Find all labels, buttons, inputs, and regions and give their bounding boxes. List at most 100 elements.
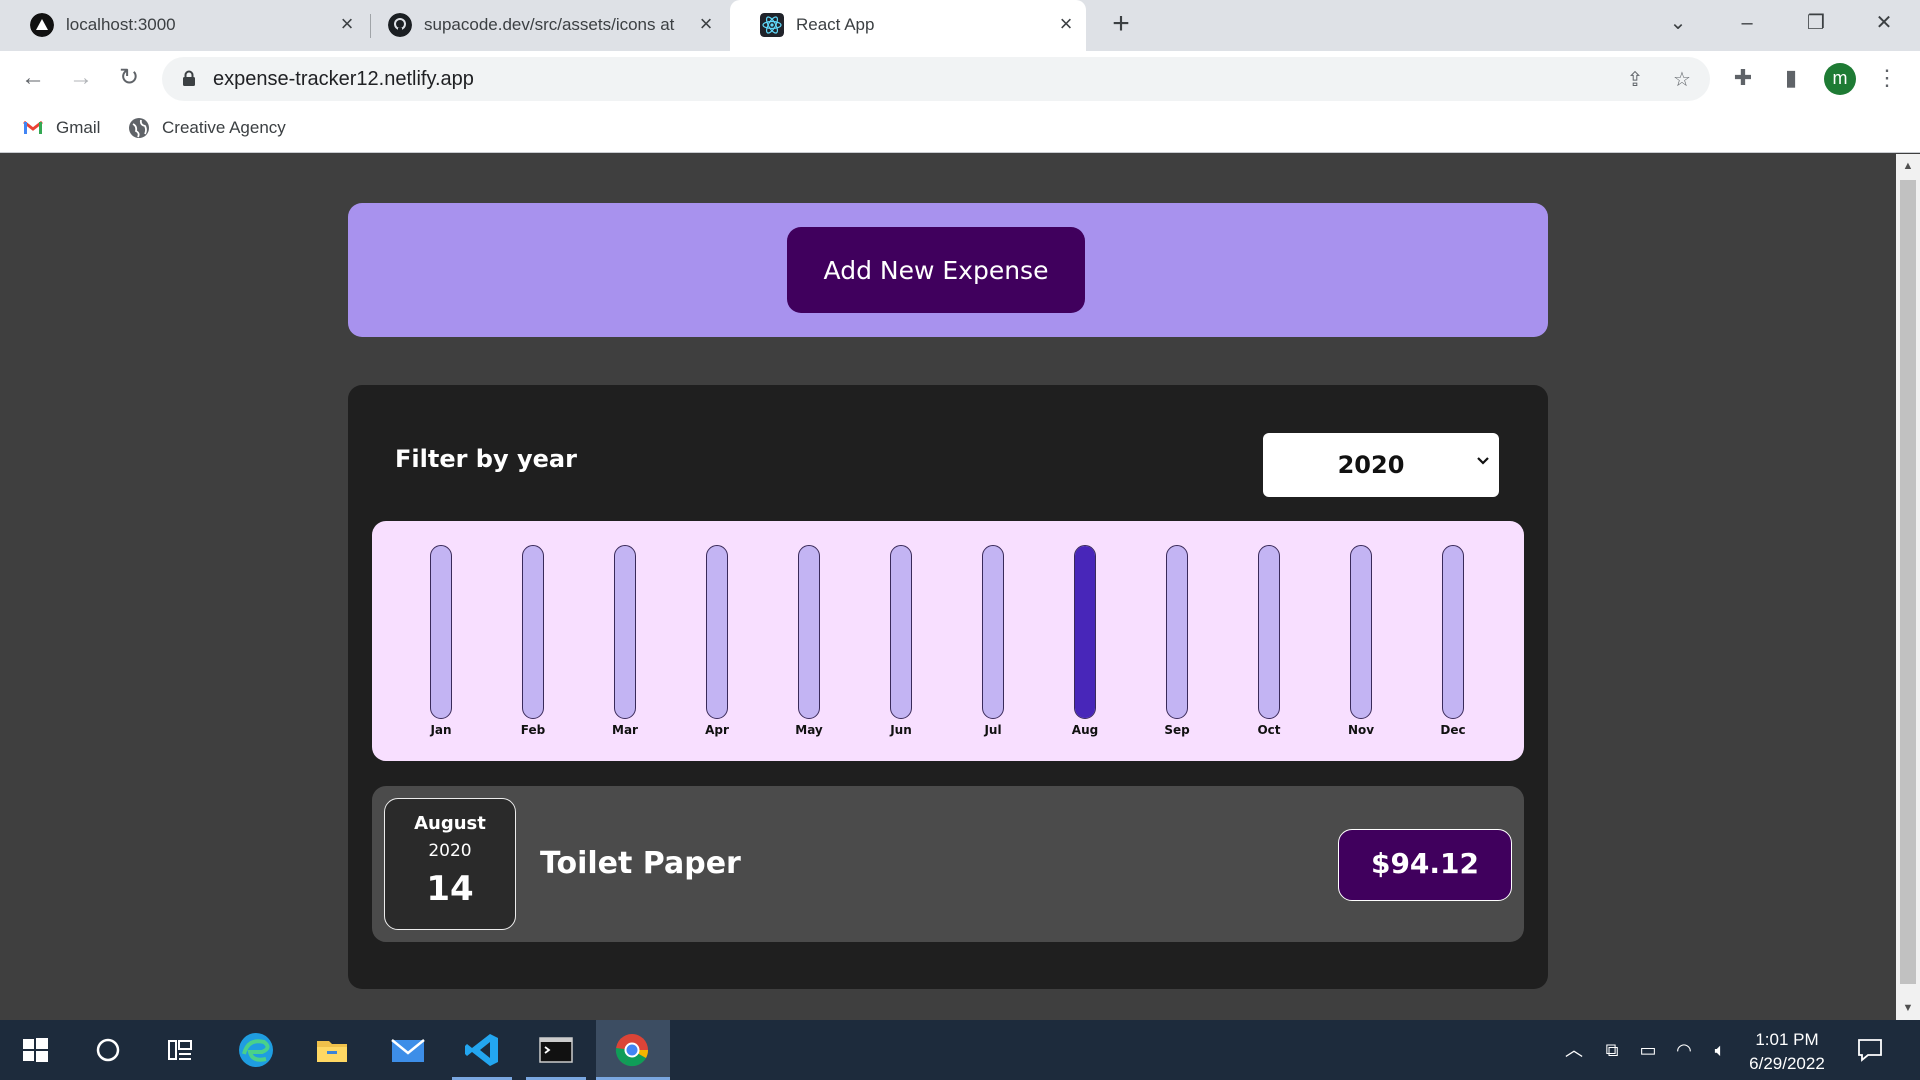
chart-month-label: Mar xyxy=(612,723,638,737)
bookmark-label: Gmail xyxy=(56,118,101,137)
page-scrollbar[interactable]: ▲ ▼ xyxy=(1896,154,1920,1020)
chart-month-label: Sep xyxy=(1164,723,1190,737)
chart-bar-sep xyxy=(1166,545,1188,719)
tab-strip: localhost:3000 × supacode.dev/src/assets… xyxy=(0,0,1920,51)
browser-toolbar: ← → ↻ expense-tracker12.netlify.app ⇪ ☆ … xyxy=(0,51,1920,105)
filter-label: Filter by year xyxy=(395,445,577,473)
expense-item: August 2020 14 Toilet Paper $94.12 xyxy=(372,786,1524,942)
minimize-button[interactable]: – xyxy=(1727,8,1767,38)
chart-month-label: Dec xyxy=(1440,723,1466,737)
battery-icon[interactable]: ▭ xyxy=(1636,1038,1660,1062)
tab-react-app[interactable]: React App × xyxy=(730,0,1086,51)
tab-github[interactable]: supacode.dev/src/assets/icons at × xyxy=(358,0,728,51)
notification-center-icon[interactable] xyxy=(1856,1036,1884,1064)
profile-avatar[interactable]: m xyxy=(1824,63,1856,95)
chart-bar-apr xyxy=(706,545,728,719)
extensions-icon[interactable]: ✚ xyxy=(1728,63,1758,93)
clock-time: 1:01 PM xyxy=(1755,1030,1819,1049)
side-panel-icon[interactable]: ▮ xyxy=(1776,63,1806,93)
bookmark-star-icon[interactable]: ☆ xyxy=(1669,67,1695,93)
add-new-expense-button[interactable]: Add New Expense xyxy=(787,227,1085,313)
tab-search-icon[interactable]: ⌄ xyxy=(1658,8,1698,38)
close-tab-icon[interactable]: × xyxy=(335,12,359,36)
chart-bar-jan xyxy=(430,545,452,719)
page-viewport: Add New Expense Filter by year 2020 Jan F… xyxy=(0,154,1896,1020)
expense-title: Toilet Paper xyxy=(540,846,741,881)
windows-taskbar: ︿ ⧉ ▭ ◠ 🔈︎ 1:01 PM 6/29/2022 xyxy=(0,1020,1920,1080)
search-icon[interactable] xyxy=(88,1030,128,1070)
chart-month-label: May xyxy=(795,723,823,737)
terminal-icon[interactable] xyxy=(536,1030,576,1070)
reload-button[interactable]: ↻ xyxy=(112,61,146,95)
chart-bar-aug xyxy=(1074,545,1096,719)
expense-price: $94.12 xyxy=(1338,829,1512,901)
new-tab-button[interactable]: + xyxy=(1106,9,1136,40)
chart-bar-dec xyxy=(1442,545,1464,719)
task-view-icon[interactable] xyxy=(160,1030,200,1070)
forward-button[interactable]: → xyxy=(64,61,98,95)
vscode-icon[interactable] xyxy=(462,1030,502,1070)
scroll-down-arrow[interactable]: ▼ xyxy=(1902,1002,1914,1014)
chart-month-label: Jan xyxy=(430,723,452,737)
chart-month-label: Apr xyxy=(705,723,729,737)
mail-icon[interactable] xyxy=(388,1030,428,1070)
chart-bar-oct xyxy=(1258,545,1280,719)
expenses-chart: Jan Feb Mar Apr May Jun Jul Aug Sep Oct Nov Dec xyxy=(372,521,1524,761)
share-icon[interactable]: ⇪ xyxy=(1622,67,1648,93)
bookmark-label: Creative Agency xyxy=(162,118,286,137)
chart-bar-feb xyxy=(522,545,544,719)
tab-title: localhost:3000 xyxy=(66,15,176,34)
chrome-icon[interactable] xyxy=(612,1030,652,1070)
address-bar[interactable]: expense-tracker12.netlify.app ⇪ ☆ xyxy=(162,57,1710,101)
meet-now-icon[interactable]: ⧉ xyxy=(1600,1038,1624,1062)
back-button[interactable]: ← xyxy=(16,61,50,95)
chart-month-label: Feb xyxy=(520,723,546,737)
close-tab-icon[interactable]: × xyxy=(694,12,718,36)
chart-month-label: Oct xyxy=(1257,723,1281,737)
chart-bar-nov xyxy=(1350,545,1372,719)
tab-title: supacode.dev/src/assets/icons at xyxy=(424,15,675,34)
url-text: expense-tracker12.netlify.app xyxy=(213,68,474,90)
github-icon xyxy=(388,13,412,37)
chart-month-label: Nov xyxy=(1347,723,1375,737)
bookmarks-bar: Gmail Creative Agency xyxy=(0,105,1920,153)
chart-bar-mar xyxy=(614,545,636,719)
lock-icon xyxy=(183,70,195,86)
expense-date: August 2020 14 xyxy=(384,798,516,930)
react-icon xyxy=(760,13,784,37)
chart-month-label: Jul xyxy=(984,723,1002,737)
tab-title: React App xyxy=(796,15,875,34)
year-filter-select[interactable]: 2020 xyxy=(1263,433,1499,497)
selected-year: 2020 xyxy=(1337,451,1405,479)
chart-bar-fill xyxy=(1075,546,1095,718)
chevron-down-icon xyxy=(1477,457,1489,465)
gmail-icon xyxy=(23,120,43,134)
globe-icon xyxy=(129,118,149,138)
expense-month: August xyxy=(414,813,486,834)
chart-bar-may xyxy=(798,545,820,719)
close-tab-icon[interactable]: × xyxy=(1054,12,1078,36)
new-expense-panel: Add New Expense xyxy=(348,203,1548,337)
vercel-triangle-icon xyxy=(30,13,54,37)
edge-browser-icon[interactable] xyxy=(236,1030,276,1070)
close-window-button[interactable]: ✕ xyxy=(1864,8,1904,38)
windows-start-icon[interactable] xyxy=(15,1030,55,1070)
menu-icon[interactable]: ⋮ xyxy=(1872,63,1902,93)
expenses-card: Filter by year 2020 Jan Feb Mar Apr May Jun Ju… xyxy=(348,385,1548,989)
chart-bar-jun xyxy=(890,545,912,719)
scroll-up-arrow[interactable]: ▲ xyxy=(1902,160,1914,172)
restore-button[interactable]: ❐ xyxy=(1796,8,1836,38)
expense-year: 2020 xyxy=(428,841,472,861)
tab-localhost[interactable]: localhost:3000 × xyxy=(0,0,364,51)
system-clock[interactable]: 1:01 PM 6/29/2022 xyxy=(1722,1028,1852,1076)
chart-month-label: Aug xyxy=(1071,723,1099,737)
file-explorer-icon[interactable] xyxy=(312,1030,352,1070)
wifi-icon[interactable]: ◠ xyxy=(1672,1038,1696,1062)
clock-date: 6/29/2022 xyxy=(1749,1054,1825,1073)
bookmark-creative-agency[interactable]: Creative Agency xyxy=(128,115,286,141)
expense-day: 14 xyxy=(426,869,474,909)
bookmark-gmail[interactable]: Gmail xyxy=(22,115,100,141)
chart-bar-jul xyxy=(982,545,1004,719)
scrollbar-thumb[interactable] xyxy=(1900,180,1916,984)
show-hidden-icons-chevron[interactable]: ︿ xyxy=(1562,1038,1586,1062)
